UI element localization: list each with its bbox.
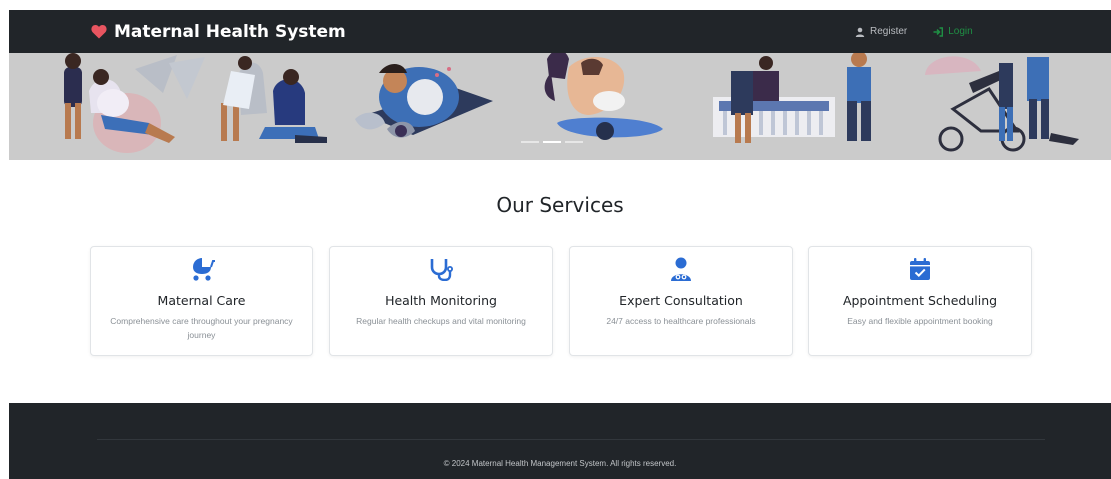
stethoscope-icon bbox=[430, 259, 453, 281]
service-card-expert-consultation[interactable]: Expert Consultation 24/7 access to healt… bbox=[569, 246, 793, 356]
calendar-check-icon bbox=[910, 258, 930, 280]
icon-wrapper bbox=[91, 257, 312, 281]
sign-in-icon bbox=[933, 26, 944, 37]
illustration-couple-at-crib bbox=[713, 53, 871, 143]
illustration-mother-holding-baby bbox=[544, 53, 663, 140]
carousel-indicator-3[interactable] bbox=[565, 141, 583, 143]
register-link[interactable]: Register bbox=[855, 26, 907, 37]
service-card-text: Easy and flexible appointment booking bbox=[847, 316, 993, 326]
user-icon bbox=[855, 27, 865, 37]
service-card-maternal-care[interactable]: Maternal Care Comprehensive care through… bbox=[90, 246, 313, 356]
hero-carousel[interactable] bbox=[9, 53, 1111, 160]
service-card-title: Maternal Care bbox=[157, 293, 246, 308]
service-card-appointment-scheduling[interactable]: Appointment Scheduling Easy and flexible… bbox=[808, 246, 1032, 356]
brand-label: Maternal Health System bbox=[114, 21, 346, 42]
doctor-icon bbox=[671, 257, 691, 281]
services-title: Our Services bbox=[496, 193, 624, 217]
page-footer: © 2024 Maternal Health Management System… bbox=[9, 403, 1111, 479]
illustration-resting-mother bbox=[355, 64, 493, 138]
footer-divider bbox=[97, 439, 1045, 440]
icon-wrapper bbox=[330, 257, 552, 281]
carousel-indicators bbox=[521, 141, 583, 143]
service-card-title: Appointment Scheduling bbox=[842, 293, 998, 308]
service-card-title: Expert Consultation bbox=[619, 293, 743, 308]
carousel-indicator-2[interactable] bbox=[543, 141, 561, 143]
service-card-health-monitoring[interactable]: Health Monitoring Regular health checkup… bbox=[329, 246, 553, 356]
service-card-text: Comprehensive care throughout your pregn… bbox=[110, 316, 293, 340]
icon-wrapper bbox=[809, 257, 1031, 281]
illustration-kneeling-couple bbox=[221, 56, 327, 143]
illustration-couple-with-stroller bbox=[925, 56, 1079, 152]
heart-icon bbox=[91, 24, 107, 39]
page: Maternal Health System Register Login Ou… bbox=[9, 10, 1111, 479]
illustration-couple-pregnancy bbox=[64, 53, 205, 153]
carousel-indicator-1[interactable] bbox=[521, 141, 539, 143]
login-link[interactable]: Login bbox=[933, 26, 973, 37]
top-navbar: Maternal Health System Register Login bbox=[9, 10, 1111, 53]
icon-wrapper bbox=[570, 257, 792, 281]
nav-links: Register Login bbox=[855, 10, 973, 53]
baby-carriage-icon bbox=[192, 258, 215, 281]
login-label: Login bbox=[948, 26, 973, 37]
service-card-text: Regular health checkups and vital monito… bbox=[356, 316, 526, 326]
service-card-text: 24/7 access to healthcare professionals bbox=[606, 316, 756, 326]
copyright-text: © 2024 Maternal Health Management System… bbox=[443, 459, 677, 468]
brand-link[interactable]: Maternal Health System bbox=[91, 10, 346, 53]
service-card-title: Health Monitoring bbox=[385, 293, 497, 308]
hero-illustration bbox=[64, 53, 1079, 153]
register-label: Register bbox=[870, 26, 908, 37]
